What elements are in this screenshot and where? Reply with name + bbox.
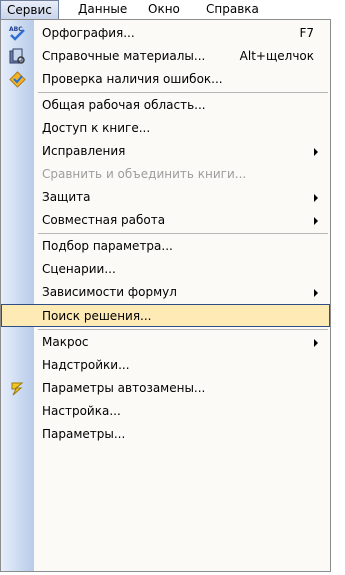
menu-item-online-collab[interactable]: Совместная работа: [1, 209, 330, 232]
menu-item-label: Макрос: [42, 335, 89, 349]
menu-item-compare-merge: Сравнить и объединить книги...: [1, 163, 330, 186]
spelling-check-icon: ABC: [8, 24, 27, 43]
menubar-item-window[interactable]: Окно: [142, 0, 186, 20]
menu-item-label: Параметры автозамены...: [42, 381, 206, 395]
menu-item-label: Подбор параметра...: [42, 239, 173, 253]
menubar-item-data[interactable]: Данные: [72, 0, 133, 20]
menu-item-label: Поиск решения...: [42, 309, 152, 323]
menu-item-customize[interactable]: Настройка...: [1, 400, 330, 423]
shortcut-label: Alt+щелчок: [239, 49, 314, 63]
submenu-arrow-icon: [314, 148, 318, 156]
menu-item-label: Сравнить и объединить книги...: [42, 167, 247, 181]
menu-item-options[interactable]: Параметры...: [1, 423, 330, 446]
menu-item-label: Надстройки...: [42, 358, 130, 372]
menu-item-goal-seek[interactable]: Подбор параметра...: [1, 235, 330, 258]
error-check-icon: [8, 70, 27, 89]
menu-item-solver[interactable]: Поиск решения...: [1, 304, 330, 327]
shortcut-label: F7: [299, 26, 314, 40]
menu-item-macro[interactable]: Макрос: [1, 331, 330, 354]
menu-item-protection[interactable]: Защита: [1, 186, 330, 209]
menu-item-label: Доступ к книге...: [42, 121, 151, 135]
separator: [38, 92, 328, 93]
research-icon: [8, 47, 27, 66]
submenu-arrow-icon: [314, 194, 318, 202]
service-dropdown-menu: ABC Орфография... F7 Справочные материал…: [0, 19, 331, 572]
menu-item-track-changes[interactable]: Исправления: [1, 140, 330, 163]
menu-item-spelling[interactable]: ABC Орфография... F7: [1, 22, 330, 45]
menu-item-error-check[interactable]: Проверка наличия ошибок...: [1, 68, 330, 91]
menu-item-label: Зависимости формул: [42, 285, 177, 299]
menu-item-label: Исправления: [42, 144, 126, 158]
separator: [38, 329, 328, 330]
menu-item-label: Сценарии...: [42, 262, 116, 276]
menu-item-label: Проверка наличия ошибок...: [42, 72, 223, 86]
menu-bar: Сервис Данные Окно Справка: [0, 0, 345, 20]
menu-item-formula-auditing[interactable]: Зависимости формул: [1, 281, 330, 304]
submenu-arrow-icon: [314, 289, 318, 297]
submenu-arrow-icon: [314, 339, 318, 347]
menu-item-addins[interactable]: Надстройки...: [1, 354, 330, 377]
autocorrect-icon: [8, 379, 27, 398]
submenu-arrow-icon: [314, 217, 318, 225]
menu-item-label: Совместная работа: [42, 213, 166, 227]
separator: [38, 233, 328, 234]
menubar-item-service[interactable]: Сервис: [0, 0, 59, 20]
menu-item-label: Параметры...: [42, 427, 126, 441]
menu-item-autocorrect[interactable]: Параметры автозамены...: [1, 377, 330, 400]
menu-item-label: Справочные материалы...: [42, 49, 206, 63]
menubar-item-help[interactable]: Справка: [200, 0, 265, 20]
menu-item-label: Настройка...: [42, 404, 121, 418]
menu-item-label: Общая рабочая область...: [42, 98, 206, 112]
menu-item-research[interactable]: Справочные материалы... Alt+щелчок: [1, 45, 330, 68]
menu-item-label: Орфография...: [42, 26, 135, 40]
menu-item-share-workbook[interactable]: Доступ к книге...: [1, 117, 330, 140]
menu-item-shared-workspace[interactable]: Общая рабочая область...: [1, 94, 330, 117]
menu-item-scenarios[interactable]: Сценарии...: [1, 258, 330, 281]
menu-item-label: Защита: [42, 190, 91, 204]
